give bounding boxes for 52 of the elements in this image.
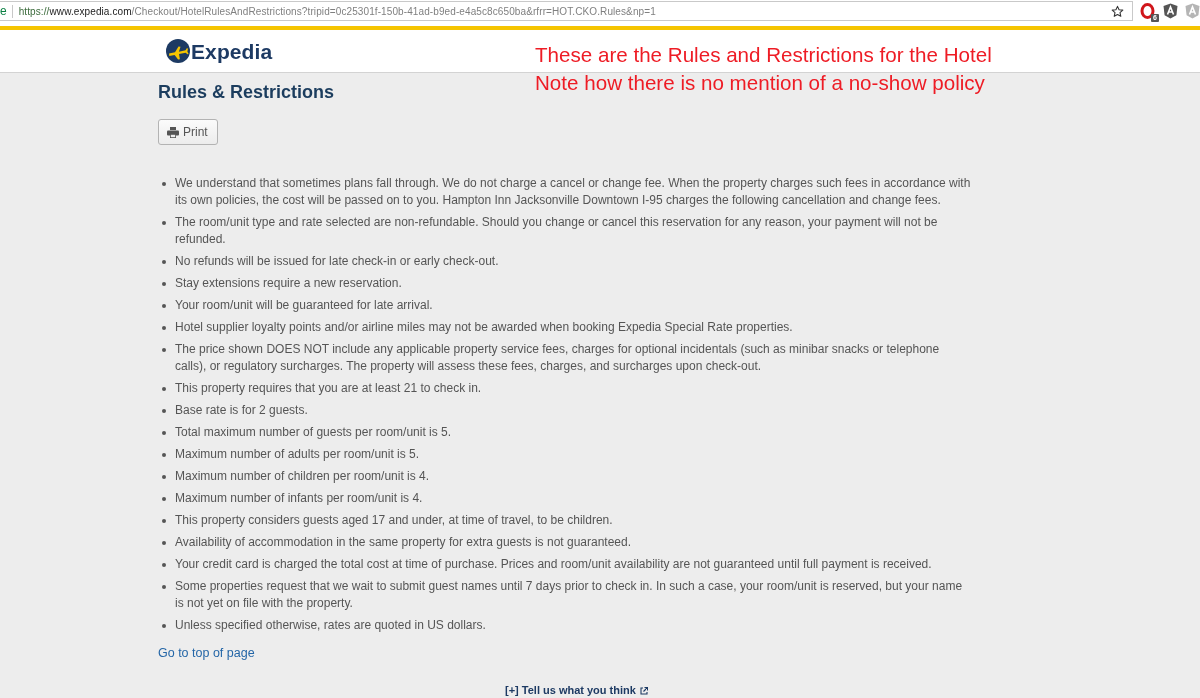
rule-text: We understand that sometimes plans fall through. We do not charge a cancel or change fee. When the property charges such fees in accordance with its own policies, the cost will be passed on to you. Hampton Inn Jacksonville Downtown I-95 charges the following cancellation and change fees. bbox=[175, 175, 972, 209]
feedback-link[interactable]: [+] Tell us what you think bbox=[505, 684, 648, 697]
bookmark-star-icon[interactable] bbox=[1111, 4, 1124, 18]
rule-text: The room/unit type and rate selected are non-refundable. Should you change or cancel this reservation for any reason, your payment will not be refunded. bbox=[175, 214, 939, 248]
page-title: Rules & Restrictions bbox=[158, 81, 335, 103]
logo-text: Expedia bbox=[191, 40, 273, 64]
rule-text: Availability of accommodation in the same property for extra guests is not guaranteed. bbox=[175, 534, 633, 551]
rule-text: Stay extensions require a new reservation. bbox=[175, 275, 403, 292]
rule-text: Your room/unit will be guaranteed for late arrival. bbox=[175, 297, 434, 314]
plane-logo-icon bbox=[166, 39, 190, 63]
url-text: https://www.expedia.com/Checkout/HotelRulesAndRestrictions?tripid=0c25301f-150b-41ad-b9ed-e4a5c8c650ba&rfrr=HOT.CKO.Rules&np=1 bbox=[18, 4, 657, 18]
bullet-icon bbox=[162, 518, 166, 523]
rule-text: Your credit card is charged the total cost at time of purchase. Prices and room/unit availability are not guaranteed until full payment is received. bbox=[175, 556, 933, 573]
rule-text: No refunds will be issued for late check-in or early check-out. bbox=[175, 253, 500, 270]
print-button[interactable]: Print bbox=[158, 119, 218, 145]
annotation-text: Note how there is no mention of a no-show policy bbox=[535, 70, 986, 96]
printer-icon bbox=[167, 126, 179, 138]
annotation-text: These are the Rules and Restrictions for the Hotel bbox=[535, 42, 992, 68]
bullet-icon bbox=[162, 386, 166, 391]
rule-text: This property requires that you are at least 21 to check in. bbox=[175, 380, 483, 397]
rule-text: The price shown DOES NOT include any applicable property service fees, charges for optional incidentals (such as minibar snacks or telephone calls), or regulatory surcharges. The property will assess these fees, charges, and surcharges upon check-out. bbox=[175, 341, 941, 375]
address-bar[interactable]: e https://www.expedia.com/Checkout/HotelRulesAndRestrictions?tripid=0c25301f-150b-41ad-b9ed-e4a5c8c650ba&rfrr=HOT.CKO.Rules&np=1 bbox=[0, 1, 1133, 21]
top-of-page-link[interactable]: Go to top of page bbox=[158, 645, 255, 662]
shield-icon[interactable] bbox=[1163, 3, 1178, 19]
rule-text: Maximum number of infants per room/unit is 4. bbox=[175, 490, 424, 507]
bullet-icon bbox=[162, 540, 166, 545]
rule-text: Maximum number of adults per room/unit is 5. bbox=[175, 446, 421, 463]
ring-icon[interactable] bbox=[1140, 3, 1156, 19]
rule-text: Total maximum number of guests per room/unit is 5. bbox=[175, 424, 453, 441]
bullet-icon bbox=[162, 623, 166, 628]
bullet-icon bbox=[162, 562, 166, 567]
rule-text: Some properties request that we wait to submit guest names until 7 days prior to check in. In such a case, your room/unit is reserved, but your name is not yet on file with the property. bbox=[175, 578, 964, 612]
bullet-icon bbox=[162, 430, 166, 435]
rule-text: Maximum number of children per room/unit is 4. bbox=[175, 468, 431, 485]
bullet-icon bbox=[162, 584, 166, 589]
bullet-icon bbox=[162, 408, 166, 413]
bullet-icon bbox=[162, 259, 166, 264]
bullet-icon bbox=[162, 325, 166, 330]
bullet-icon bbox=[162, 496, 166, 501]
bullet-icon bbox=[162, 452, 166, 457]
bullet-icon bbox=[162, 347, 166, 352]
bullet-icon bbox=[162, 220, 166, 225]
secure-label: e bbox=[0, 4, 7, 18]
bullet-icon bbox=[162, 474, 166, 479]
rule-text: Unless specified otherwise, rates are quoted in US dollars. bbox=[175, 617, 487, 634]
rule-text: This property considers guests aged 17 and under, at time of travel, to be children. bbox=[175, 512, 614, 529]
rule-text: Hotel supplier loyalty points and/or airline miles may not be awarded when booking Expedia Special Rate properties. bbox=[175, 319, 794, 336]
bullet-icon bbox=[162, 281, 166, 286]
rule-text: Base rate is for 2 guests. bbox=[175, 402, 309, 419]
bullet-icon bbox=[162, 303, 166, 308]
external-link-icon bbox=[639, 686, 648, 695]
bullet-icon bbox=[162, 181, 166, 186]
